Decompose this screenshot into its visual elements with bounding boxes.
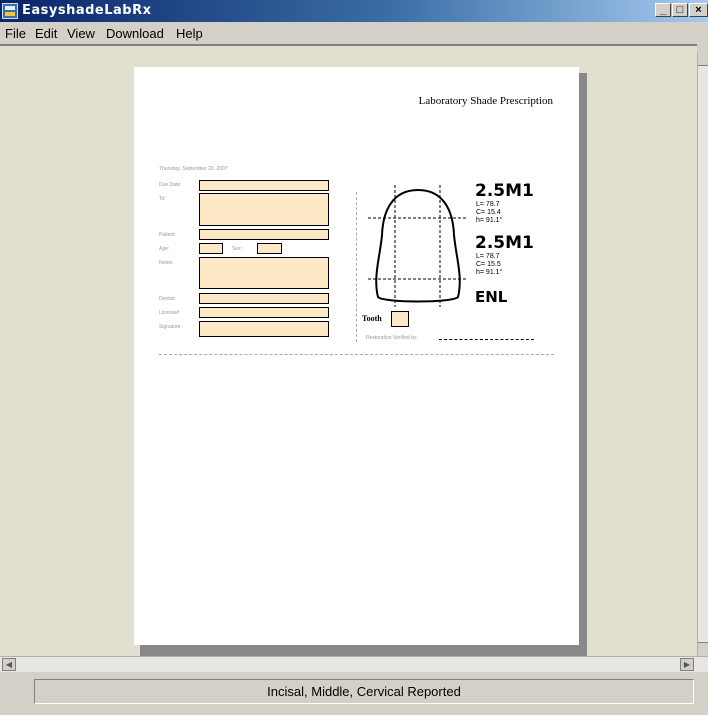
tooth-number-field[interactable] bbox=[391, 311, 409, 327]
shade-incisal-c: C= 15.4 bbox=[476, 209, 501, 216]
prescription-page: Laboratory Shade Prescription Thursday, … bbox=[134, 67, 579, 645]
age-field[interactable] bbox=[199, 243, 223, 254]
age-label: Age: bbox=[159, 246, 170, 252]
shade-middle-c: C= 15.5 bbox=[476, 261, 501, 268]
status-bar: Incisal, Middle, Cervical Reported bbox=[0, 672, 708, 715]
horizontal-scrollbar[interactable]: ◀ ▶ bbox=[0, 656, 708, 672]
menu-view[interactable]: View bbox=[67, 26, 95, 41]
patient-label: Patient: bbox=[159, 232, 176, 238]
signature-label: Signature: bbox=[159, 324, 182, 330]
vertical-scrollbar[interactable] bbox=[697, 52, 708, 656]
notes-label: Notes: bbox=[159, 260, 174, 266]
verified-signature-line bbox=[439, 339, 534, 340]
title-bar: EasyshadeLabRx _ □ × bbox=[0, 0, 708, 22]
tooth-diagram bbox=[368, 185, 468, 307]
dentist-label: Dentist: bbox=[159, 296, 176, 302]
shade-incisal: 2.5M1 bbox=[475, 181, 534, 201]
shade-incisal-l: L= 78.7 bbox=[476, 201, 500, 208]
to-field[interactable] bbox=[199, 193, 329, 226]
maximize-button[interactable]: □ bbox=[672, 3, 688, 17]
due-date-label: Due Date: bbox=[159, 182, 182, 188]
page-title: Laboratory Shade Prescription bbox=[418, 95, 553, 107]
dentist-field[interactable] bbox=[199, 293, 329, 304]
status-text: Incisal, Middle, Cervical Reported bbox=[34, 679, 694, 704]
scroll-up-button[interactable] bbox=[698, 52, 708, 66]
menu-bar: File Edit View Download Help bbox=[0, 22, 708, 44]
sex-label: Sex: bbox=[232, 246, 243, 252]
due-date-field[interactable] bbox=[199, 180, 329, 191]
tooth-label: Tooth bbox=[362, 314, 382, 323]
minimize-button[interactable]: _ bbox=[655, 3, 671, 17]
tooth-outline bbox=[375, 188, 461, 303]
shade-middle-l: L= 78.7 bbox=[476, 253, 500, 260]
window-title: EasyshadeLabRx bbox=[22, 3, 152, 18]
menu-help[interactable]: Help bbox=[176, 26, 203, 41]
shade-middle: 2.5M1 bbox=[475, 233, 534, 253]
scroll-down-button[interactable] bbox=[698, 642, 708, 656]
to-label: To: bbox=[159, 196, 166, 202]
signature-field[interactable] bbox=[199, 321, 329, 337]
sex-field[interactable] bbox=[257, 243, 282, 254]
license-field[interactable] bbox=[199, 307, 329, 318]
divider-horizontal bbox=[159, 354, 554, 355]
patient-field[interactable] bbox=[199, 229, 329, 240]
menu-file[interactable]: File bbox=[5, 26, 26, 41]
license-label: License#: bbox=[159, 310, 181, 316]
shade-incisal-h: h= 91.1° bbox=[476, 217, 503, 224]
menu-download[interactable]: Download bbox=[106, 26, 164, 41]
date-label: Thursday, September 20, 2007 bbox=[159, 166, 228, 172]
menu-edit[interactable]: Edit bbox=[35, 26, 57, 41]
divider-vertical bbox=[356, 192, 357, 342]
verified-label: Restoration Verified by: bbox=[366, 335, 418, 341]
app-icon[interactable] bbox=[2, 3, 18, 19]
scroll-left-button[interactable]: ◀ bbox=[2, 658, 16, 671]
notes-field[interactable] bbox=[199, 257, 329, 289]
shade-middle-h: h= 91.1° bbox=[476, 269, 503, 276]
scroll-right-button[interactable]: ▶ bbox=[680, 658, 694, 671]
shade-cervical: ENL bbox=[475, 288, 508, 306]
close-button[interactable]: × bbox=[689, 3, 708, 17]
